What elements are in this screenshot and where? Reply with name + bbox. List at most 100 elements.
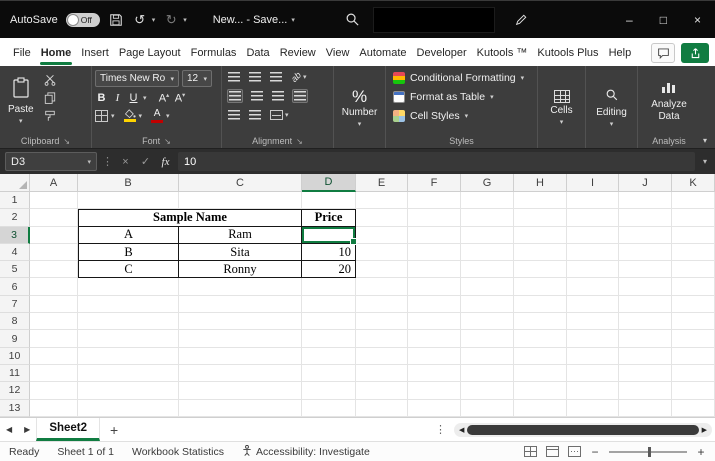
column-header-B[interactable]: B	[78, 174, 179, 192]
cell-K7[interactable]	[672, 295, 715, 314]
cell-F12[interactable]	[408, 382, 461, 400]
wrap-text-button[interactable]	[292, 89, 308, 103]
cell-G1[interactable]	[461, 192, 514, 210]
cell-E11[interactable]	[356, 364, 408, 383]
cell-G8[interactable]	[461, 313, 514, 331]
cell-B9[interactable]	[78, 330, 179, 348]
cell-D3[interactable]	[302, 226, 357, 246]
cell-A2[interactable]	[30, 209, 78, 227]
cell-I10[interactable]	[567, 347, 619, 365]
column-header-A[interactable]: A	[30, 174, 78, 192]
row-header-12[interactable]: 12	[0, 382, 30, 400]
cell-styles-button[interactable]: Cell Styles ▾	[389, 106, 534, 125]
cell-H8[interactable]	[514, 313, 567, 331]
cell-B12[interactable]	[78, 382, 179, 400]
cell-K11[interactable]	[672, 364, 715, 383]
cell-B5[interactable]: C	[78, 261, 179, 279]
sheet-tab-sheet2[interactable]: Sheet2	[36, 418, 101, 441]
cell-D9[interactable]	[302, 330, 356, 348]
underline-button[interactable]: U	[127, 92, 140, 104]
column-header-E[interactable]: E	[356, 174, 408, 192]
cell-B11[interactable]	[78, 364, 179, 383]
minimize-button[interactable]: –	[626, 13, 633, 27]
font-launcher-icon[interactable]: ↘	[164, 137, 171, 146]
comments-button[interactable]	[651, 43, 675, 63]
format-painter-button[interactable]	[42, 109, 58, 122]
cell-E13[interactable]	[356, 399, 408, 417]
align-bottom-button[interactable]	[269, 71, 283, 83]
zoom-out-button[interactable]: −	[590, 445, 600, 459]
cell-G10[interactable]	[461, 347, 514, 365]
cancel-icon[interactable]: ×	[118, 156, 133, 168]
cell-E8[interactable]	[356, 313, 408, 331]
search-icon[interactable]	[345, 12, 361, 27]
column-header-H[interactable]: H	[514, 174, 567, 192]
save-icon[interactable]	[108, 13, 124, 27]
cell-C12[interactable]	[179, 382, 302, 400]
sheet-next-icon[interactable]: ▶	[18, 425, 36, 434]
cell-J4[interactable]	[619, 243, 672, 262]
formula-bar-handle[interactable]: ⋮	[102, 155, 113, 168]
insert-function-icon[interactable]: fx	[158, 156, 173, 168]
cell-E2[interactable]	[356, 209, 408, 227]
tab-home[interactable]: Home	[36, 41, 77, 66]
cell-C8[interactable]	[179, 313, 302, 331]
row-header-1[interactable]: 1	[0, 192, 30, 210]
column-header-J[interactable]: J	[619, 174, 672, 192]
cell-J11[interactable]	[619, 364, 672, 383]
zoom-in-button[interactable]: +	[696, 445, 706, 459]
column-header-G[interactable]: G	[461, 174, 514, 192]
cell-H10[interactable]	[514, 347, 567, 365]
cell-I12[interactable]	[567, 382, 619, 400]
borders-chevron-icon[interactable]: ▾	[111, 112, 115, 120]
cell-C1[interactable]	[179, 192, 302, 210]
conditional-formatting-button[interactable]: Conditional Formatting ▾	[389, 68, 534, 87]
number-format-button[interactable]: % Number ▾	[337, 86, 382, 130]
column-header-I[interactable]: I	[567, 174, 619, 192]
cell-B3[interactable]: A	[78, 226, 179, 244]
cell-C10[interactable]	[179, 347, 302, 365]
orientation-button[interactable]: ab ▾	[289, 70, 308, 84]
select-all-corner[interactable]	[0, 174, 30, 192]
fill-color-button[interactable]	[123, 109, 136, 123]
cell-C4[interactable]: Sita	[179, 243, 302, 262]
column-header-F[interactable]: F	[408, 174, 461, 192]
close-button[interactable]: ×	[694, 13, 701, 27]
tab-developer[interactable]: Developer	[412, 41, 472, 66]
font-color-button[interactable]: A	[151, 108, 164, 123]
cell-F4[interactable]	[408, 243, 461, 262]
cell-K4[interactable]	[672, 243, 715, 262]
cell-K9[interactable]	[672, 330, 715, 348]
cell-J13[interactable]	[619, 399, 672, 417]
cell-J6[interactable]	[619, 278, 672, 296]
cell-J1[interactable]	[619, 192, 672, 210]
redo-chevron-icon[interactable]: ▾	[183, 16, 187, 24]
format-as-table-button[interactable]: Format as Table ▾	[389, 87, 534, 106]
cell-E9[interactable]	[356, 330, 408, 348]
zoom-slider-thumb[interactable]	[648, 446, 651, 457]
cell-A5[interactable]	[30, 261, 78, 279]
filename[interactable]: New... - Save...	[213, 14, 288, 26]
bold-button[interactable]: B	[95, 92, 108, 104]
cell-F13[interactable]	[408, 399, 461, 417]
cell-B4[interactable]: B	[78, 243, 179, 262]
cell-A9[interactable]	[30, 330, 78, 348]
cell-I13[interactable]	[567, 399, 619, 417]
cell-E10[interactable]	[356, 347, 408, 365]
cell-J7[interactable]	[619, 295, 672, 314]
cell-F9[interactable]	[408, 330, 461, 348]
cell-K3[interactable]	[672, 226, 715, 244]
cell-I5[interactable]	[567, 261, 619, 279]
italic-button[interactable]: I	[111, 92, 124, 104]
cell-B2[interactable]: Sample Name	[78, 209, 302, 227]
cell-B1[interactable]	[78, 192, 179, 210]
cell-G5[interactable]	[461, 261, 514, 279]
cell-J12[interactable]	[619, 382, 672, 400]
accessibility-status[interactable]: Accessibility: Investigate	[242, 444, 370, 459]
cell-D13[interactable]	[302, 399, 356, 417]
cell-E12[interactable]	[356, 382, 408, 400]
formula-input[interactable]: 10	[178, 152, 695, 171]
cell-F2[interactable]	[408, 209, 461, 227]
filename-chevron-icon[interactable]: ▾	[291, 16, 295, 24]
cell-G11[interactable]	[461, 364, 514, 383]
